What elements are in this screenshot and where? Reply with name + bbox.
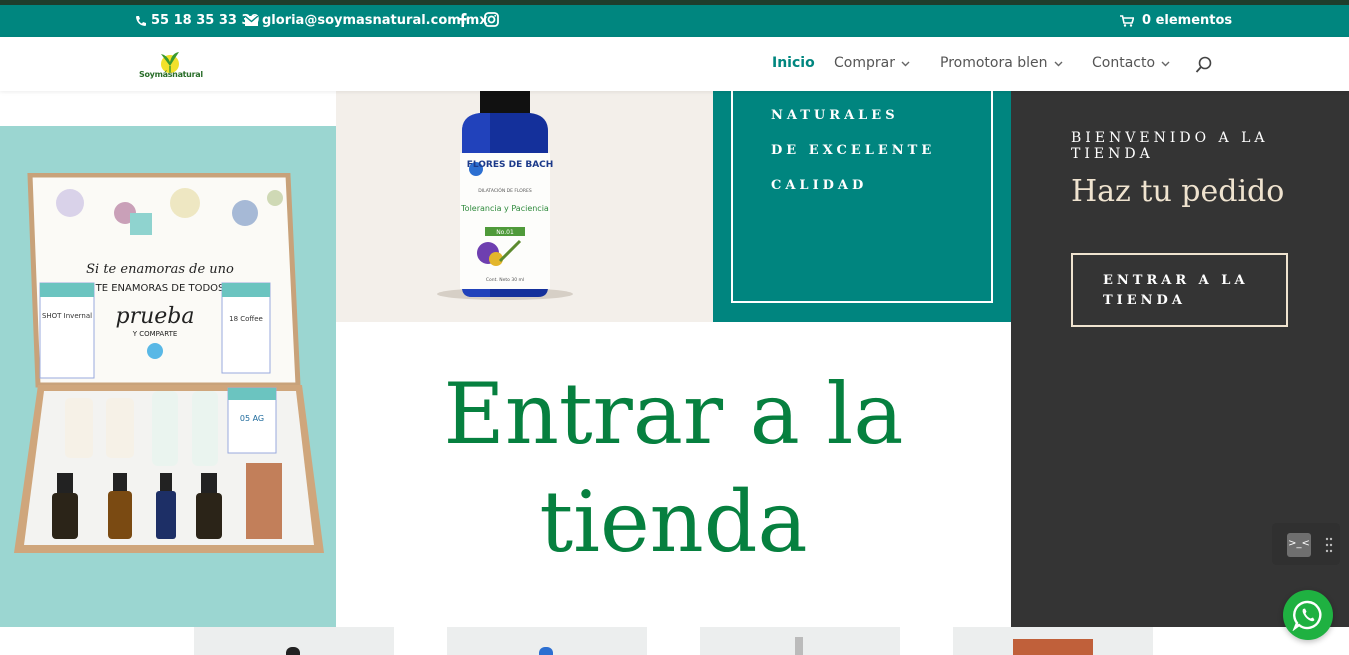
product-gift-box-image: Si te enamoras de uno ¡TE ENAMORAS DE TO… (10, 172, 328, 583)
teal-text-line-1: NATURALES (771, 108, 899, 123)
order-headline: Haz tu pedido (1071, 174, 1285, 209)
product-thumbnail[interactable] (953, 627, 1153, 655)
email-icon (245, 15, 258, 26)
phone-icon (136, 15, 146, 26)
phone-contact[interactable]: 55 18 35 33 39 (135, 13, 260, 28)
product-thumbnail[interactable] (194, 627, 394, 655)
whatsapp-button[interactable] (1283, 590, 1333, 640)
bottle-brand: FLORES DE BACH (467, 160, 554, 170)
nav-promotora-label: Promotora blen (940, 55, 1048, 71)
box-line4: Y COMPARTE (132, 330, 178, 338)
enter-store-title[interactable]: Entrar a la tienda (336, 360, 1011, 576)
chevron-down-icon (1054, 61, 1063, 66)
enter-store-button[interactable]: ENTRAR A LA TIENDA (1071, 253, 1288, 327)
nav-promotora-blen[interactable]: Promotora blen (940, 55, 1063, 71)
cart-count: 0 elementos (1142, 13, 1233, 28)
teal-text-line-3: CALIDAD (771, 178, 868, 193)
cart-icon (1120, 14, 1134, 27)
chevron-down-icon (1161, 61, 1170, 66)
nav-inicio-label: Inicio (772, 55, 815, 71)
product-thumbnail[interactable] (700, 627, 900, 655)
box-lower-product: 05 AG (240, 414, 264, 423)
email-address: gloria@soymasnatural.com.mx (262, 13, 488, 28)
bottle-number: No.01 (496, 229, 514, 236)
welcome-heading: BIENVENIDO A LA TIENDA (1071, 130, 1269, 162)
logo-wordmark: Soymásnatural (139, 70, 203, 79)
nav-contacto[interactable]: Contacto (1092, 55, 1170, 71)
box-line2: ¡TE ENAMORAS DE TODOS! (92, 283, 229, 294)
instagram-icon (484, 12, 499, 27)
nav-inicio[interactable]: Inicio (772, 55, 815, 71)
facebook-icon (459, 13, 467, 27)
page: 55 18 35 33 39 gloria@soymasnatural.com.… (0, 0, 1349, 655)
drag-handle-icon[interactable] (1325, 537, 1333, 553)
teal-text-line-2: DE EXCELENTE (771, 143, 936, 158)
top-contact-bar: 55 18 35 33 39 gloria@soymasnatural.com.… (0, 5, 1349, 37)
bottle-volume: Cont. Neto 30 ml (486, 277, 524, 283)
box-right-product: 18 Coffee (229, 315, 263, 323)
whatsapp-icon (1292, 600, 1322, 631)
bottle-subtitle: DILATACIÓN DE FLORES (478, 187, 532, 194)
flores-de-bach-bottle-image: FLORES DE BACH DILATACIÓN DE FLORES Tole… (430, 91, 580, 303)
nav-comprar[interactable]: Comprar (834, 55, 910, 71)
phone-number: 55 18 35 33 39 (151, 13, 260, 28)
facebook-link[interactable] (458, 12, 467, 27)
chevron-down-icon (901, 61, 910, 66)
email-contact[interactable]: gloria@soymasnatural.com.mx (245, 13, 488, 28)
chat-icon[interactable]: >_< (1287, 533, 1311, 557)
box-line1: Si te enamoras de uno (86, 262, 234, 277)
box-left-product: SHOT Invernal (42, 312, 92, 320)
product-thumbnail[interactable] (447, 627, 647, 655)
site-logo[interactable]: Soymásnatural (139, 48, 203, 80)
nav-comprar-label: Comprar (834, 55, 895, 71)
instagram-link[interactable] (484, 12, 499, 27)
cart-link[interactable]: 0 elementos (1120, 13, 1232, 28)
search-icon[interactable] (1195, 56, 1213, 74)
nav-contacto-label: Contacto (1092, 55, 1156, 71)
bottle-name: Tolerancia y Paciencia (460, 204, 549, 213)
site-header: Soymásnatural Inicio Comprar Promotora b… (0, 37, 1349, 91)
box-line3: prueba (116, 304, 195, 329)
